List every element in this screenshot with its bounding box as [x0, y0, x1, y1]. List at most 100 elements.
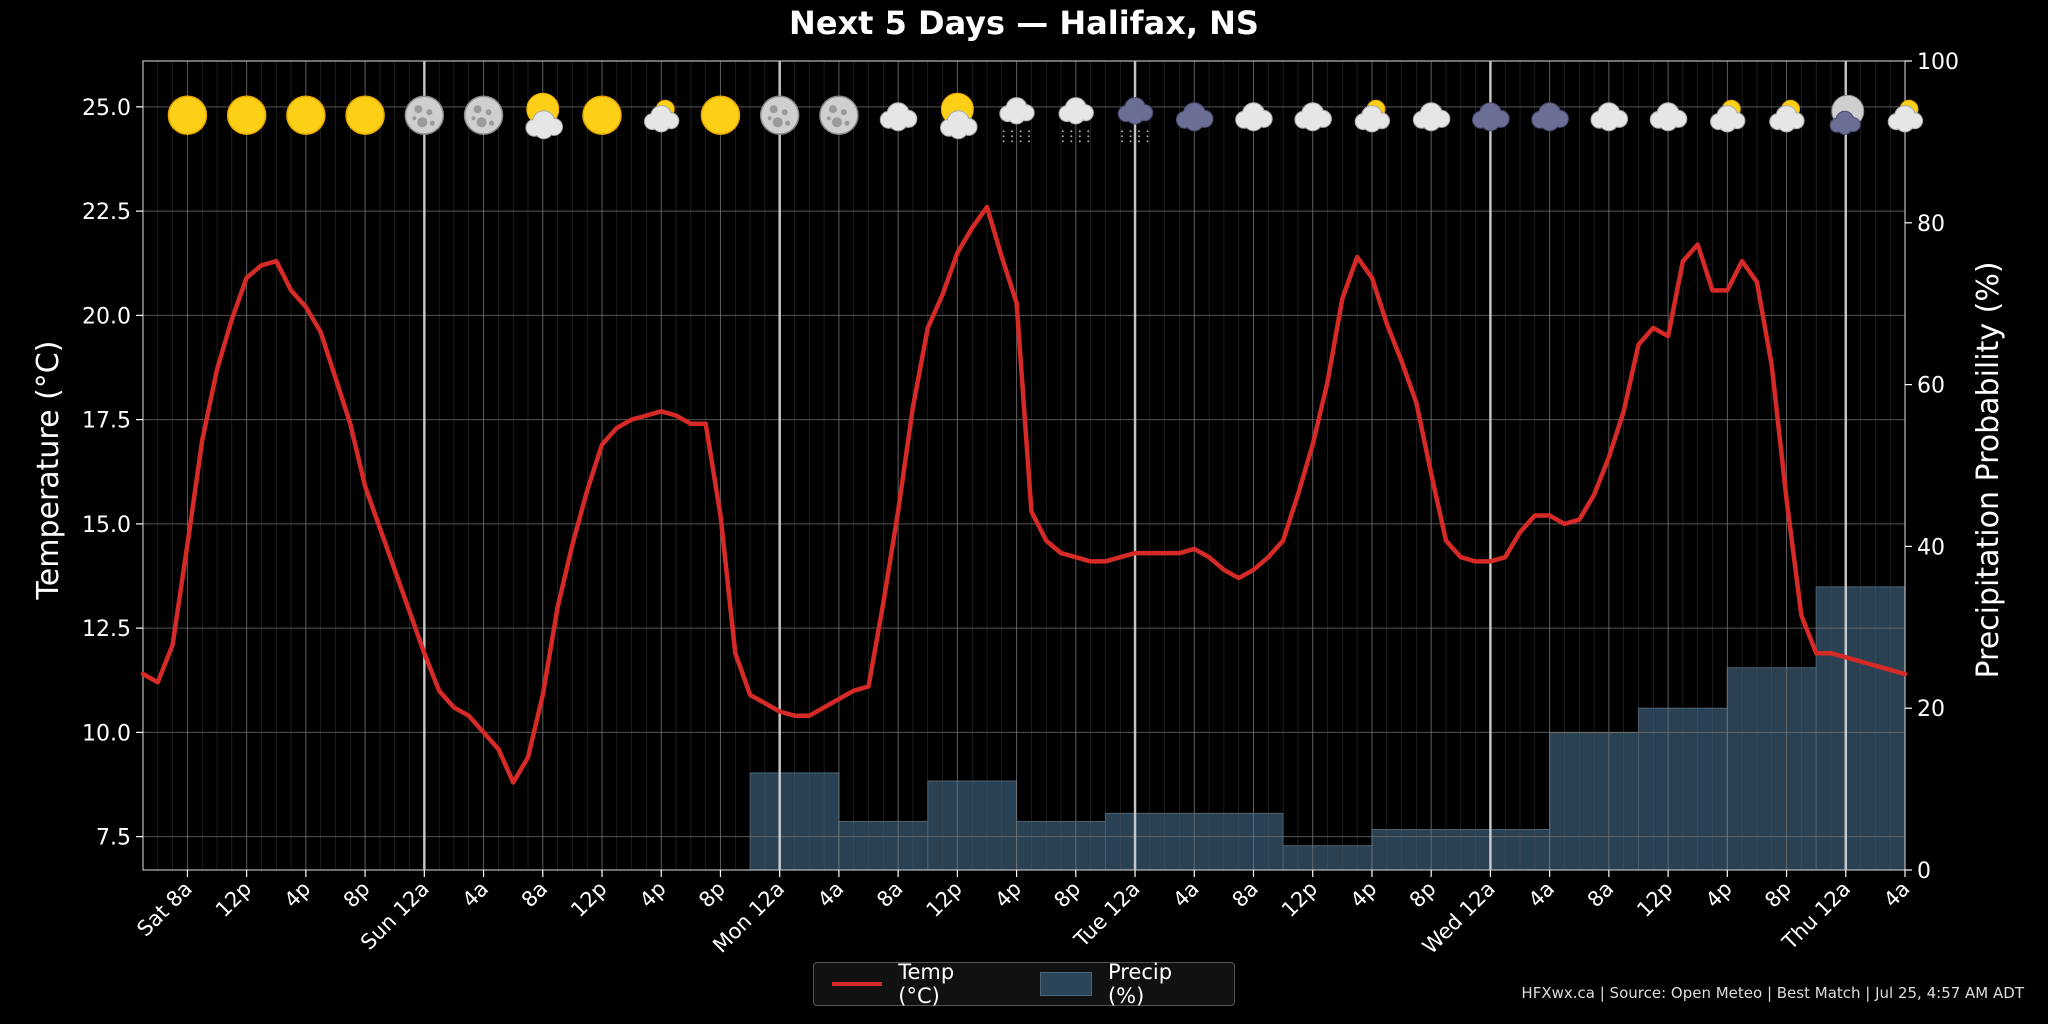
rain-drop [1061, 135, 1064, 138]
cloud-fill [1482, 113, 1499, 130]
y2-tick-label: 100 [1917, 50, 1959, 75]
rain-drop [1146, 130, 1149, 133]
moon-crater [772, 117, 783, 128]
weather-icon-sun [167, 95, 208, 135]
rain-drop [1070, 135, 1073, 138]
sun-icon [167, 95, 208, 135]
legend-swatch-precip [1039, 972, 1092, 996]
x-tick-label: 12p [1632, 877, 1677, 922]
weather-icon-sun-cloud [940, 92, 978, 140]
rain-drop [1138, 130, 1141, 133]
weather-icon-moon [463, 95, 504, 135]
rain-drop [1002, 135, 1005, 138]
y2-tick-label: 40 [1917, 535, 1945, 560]
y-tick-label: 22.5 [82, 200, 131, 225]
sun-icon [345, 95, 385, 135]
rain-drop [1138, 135, 1141, 138]
sun-icon [286, 95, 326, 135]
cloud-fill [1541, 113, 1558, 130]
y2-axis-label: Precipitation Probability (%) [1971, 261, 2006, 678]
cloud-fill [653, 115, 670, 132]
x-tick-label: 12p [922, 877, 967, 922]
moon-crater [840, 109, 847, 116]
x-tick-label: 8p [339, 877, 375, 913]
moon-crater [489, 120, 495, 126]
x-tick-label: 8p [694, 877, 730, 913]
x-tick-label: 4a [458, 877, 494, 913]
rain-drop [1121, 135, 1124, 138]
y2-tick-label: 20 [1917, 697, 1945, 722]
rain-drop [1070, 140, 1073, 143]
y2-tick-label: 0 [1917, 859, 1931, 884]
rain-drop [1121, 130, 1124, 133]
weather-icon-cloud-sun-small [1769, 99, 1805, 133]
weather-icon-sun [700, 95, 741, 135]
x-tick-label: 4p [1346, 877, 1382, 913]
moon-icon [759, 95, 800, 135]
rain-drop [1129, 140, 1132, 143]
rain-drop [1019, 130, 1022, 133]
rain-drop [1087, 130, 1090, 133]
moon-crater [412, 116, 417, 121]
legend-item-temp: Temp (°C) [832, 960, 992, 1008]
moon-crater [828, 105, 837, 114]
rain-drop [1129, 135, 1132, 138]
x-tick-label: 4a [1168, 877, 1204, 913]
y-tick-label: 15.0 [82, 513, 131, 538]
cloud-fill [1068, 107, 1084, 124]
moon-crater [831, 117, 842, 128]
rain-drop [1028, 130, 1031, 133]
x-tick-label: 4p [635, 877, 671, 913]
x-tick-label: Tue 12a [1069, 877, 1145, 953]
x-tick-label: 12p [1277, 877, 1322, 922]
x-tick-label: 4p [1701, 877, 1737, 913]
moon-crater [471, 116, 476, 121]
moon-icon [463, 95, 504, 135]
rain-drop [1078, 130, 1081, 133]
chart-legend: Temp (°C) Precip (%) [813, 960, 1235, 1008]
weather-icon-sun-cloud [525, 92, 563, 140]
rain-drop [1146, 135, 1149, 138]
moon-crater [785, 120, 791, 126]
rain-drop [1028, 135, 1031, 138]
weather-icon-cloud-sun-small [1354, 99, 1391, 133]
moon-crater [485, 109, 492, 116]
weather-icon-moon-cloud [1829, 94, 1865, 135]
temp-series-line [140, 204, 1908, 785]
weather-icon-sun [286, 95, 326, 135]
x-tick-label: 4a [1879, 877, 1915, 913]
rain-drop [1061, 140, 1064, 143]
sun-icon [700, 95, 741, 135]
weather-icon-moon [404, 95, 445, 135]
cloud-fill [1659, 113, 1677, 130]
cloud-fill [1127, 107, 1143, 124]
rain-drop [1011, 130, 1014, 133]
moon-crater [414, 105, 423, 114]
cloud-fill [889, 113, 907, 130]
rain-drop [1019, 140, 1022, 143]
rain-drop [1002, 140, 1005, 143]
x-tick-label: 12p [566, 877, 611, 922]
rain-drop [1028, 140, 1031, 143]
rain-drop [1078, 135, 1081, 138]
legend-label-precip: Precip (%) [1107, 960, 1173, 1008]
moon-crater [429, 120, 435, 126]
moon-crater [417, 117, 428, 128]
weather-icon-moon [819, 95, 859, 135]
cloud-fill [1008, 107, 1025, 124]
moon-crater [844, 120, 850, 126]
y-tick-label: 20.0 [82, 304, 131, 329]
x-tick-label: 4p [280, 877, 316, 913]
x-tick-label: 4a [813, 877, 849, 913]
weather-chart: Next 5 Days — Halifax, NS 7.5 10.0 12.5 15.… [31, 4, 2006, 959]
legend-swatch-temp [832, 982, 883, 986]
weather-icon-moon [759, 95, 800, 135]
weather-icon-sun [226, 95, 267, 135]
cloud-fill [1719, 115, 1736, 132]
cloud-fill [1778, 115, 1795, 132]
x-tick-label: 8a [517, 877, 553, 913]
cloud-fill [1897, 115, 1913, 132]
sun-icon [582, 95, 622, 135]
cloud-fill [1245, 113, 1262, 130]
y2-tick-label: 80 [1917, 212, 1945, 237]
